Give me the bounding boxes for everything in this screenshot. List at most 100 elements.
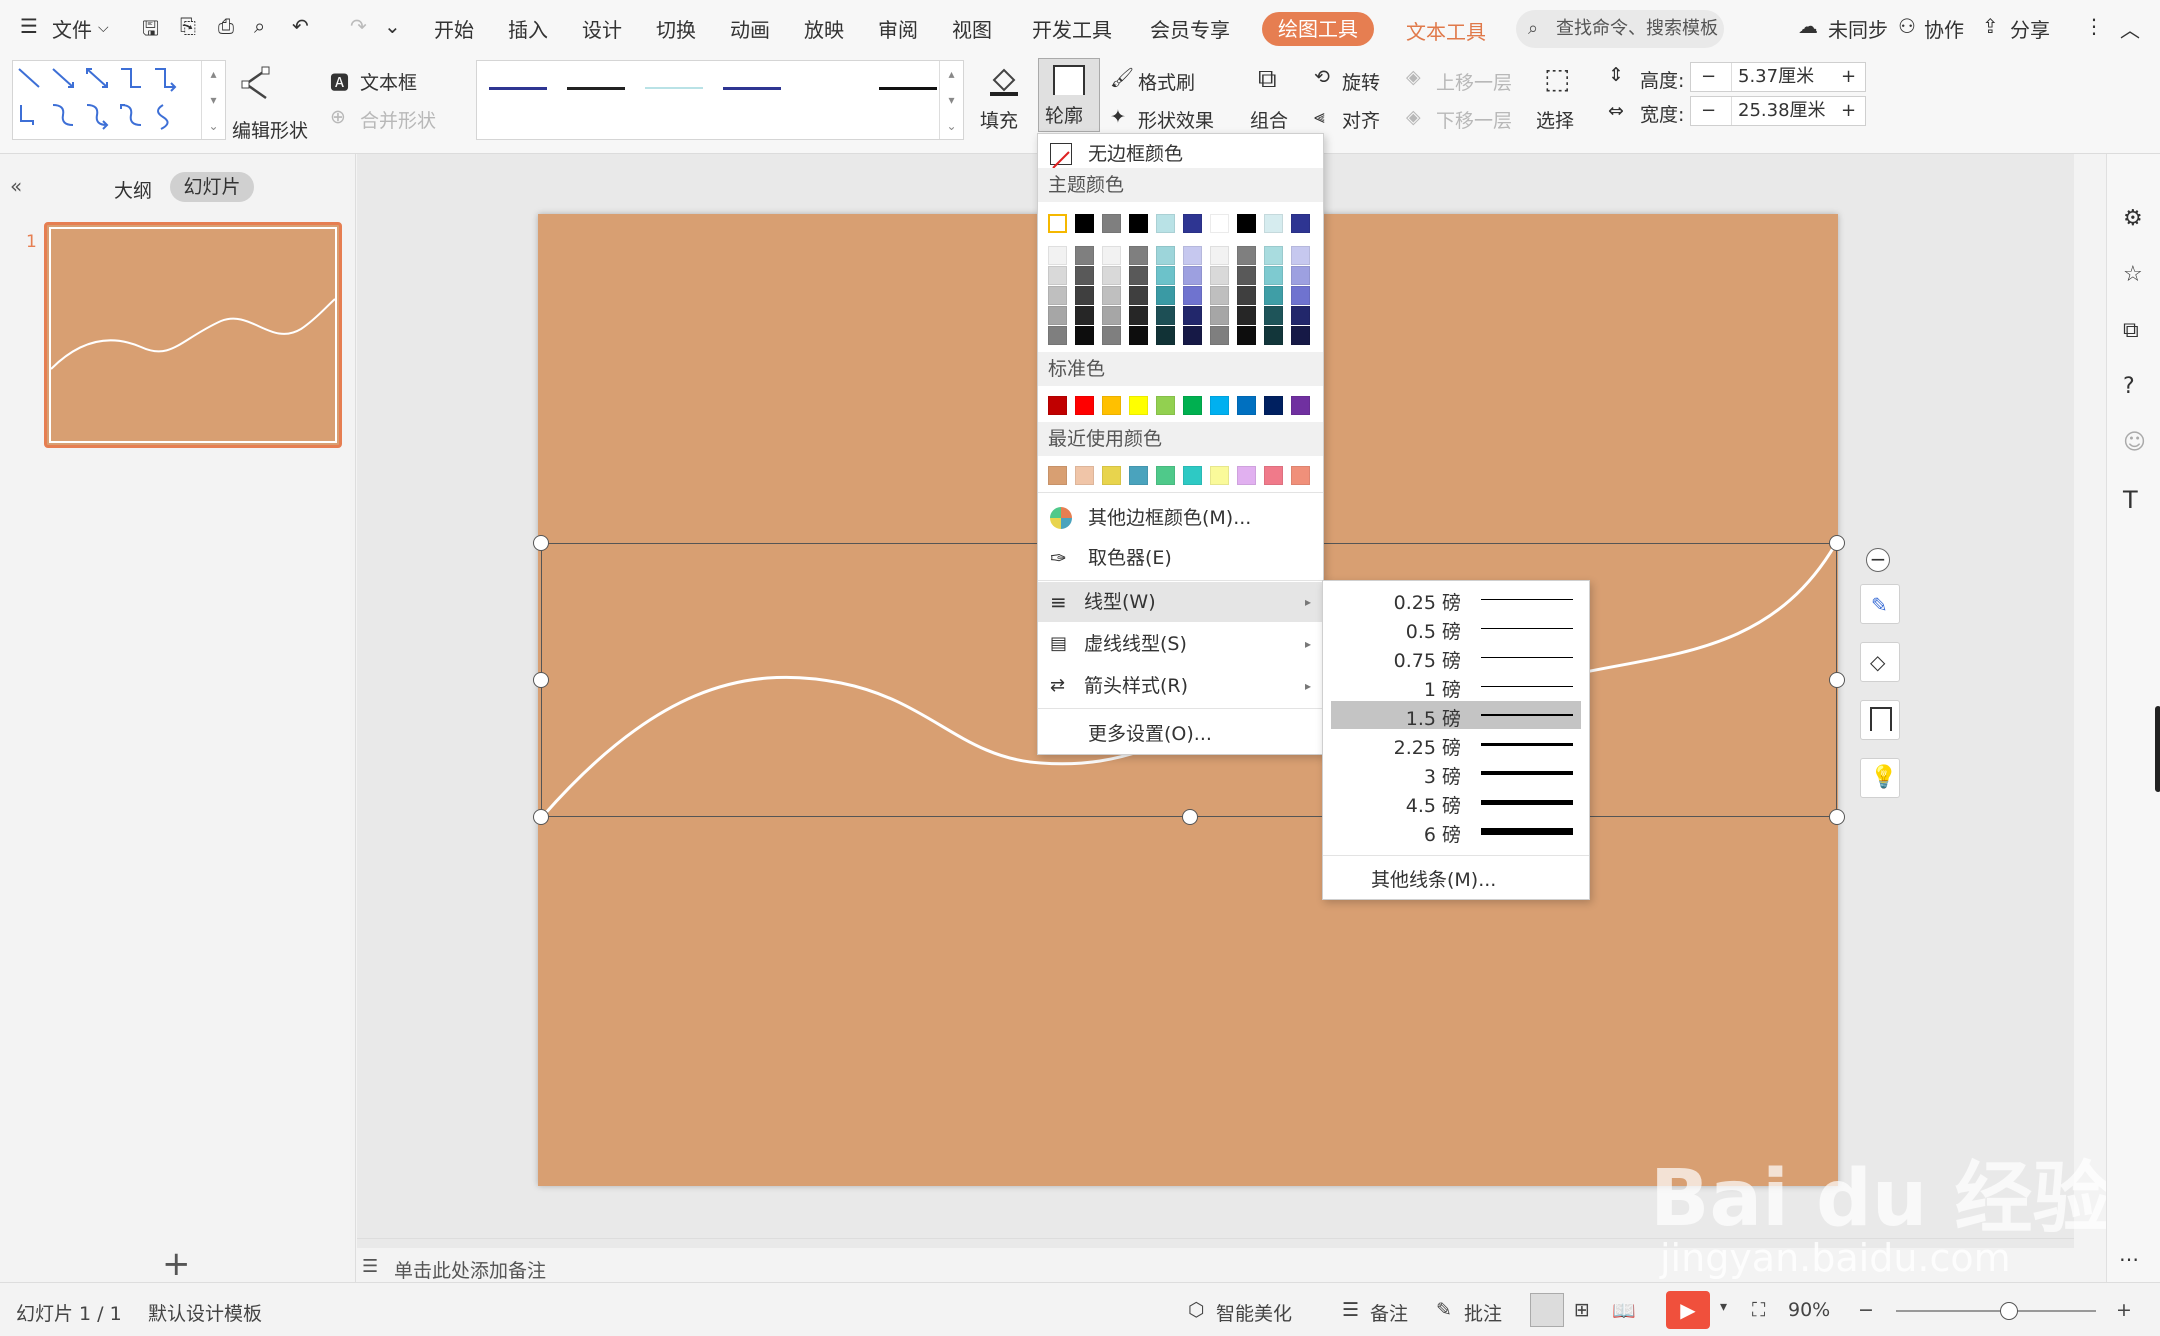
recent-color-swatch[interactable] — [1291, 466, 1310, 485]
theme-shade-swatch[interactable] — [1237, 306, 1256, 325]
theme-shade-swatch[interactable] — [1183, 326, 1202, 345]
theme-shade-swatch[interactable] — [1156, 286, 1175, 305]
theme-shade-swatch[interactable] — [1102, 306, 1121, 325]
gallery-scroll[interactable]: ▴ ▾ ⌄ — [201, 61, 225, 139]
comment-icon[interactable]: ✎ — [1436, 1299, 1452, 1321]
theme-shade-swatch[interactable] — [1291, 286, 1310, 305]
theme-shade-swatch[interactable] — [1048, 246, 1067, 265]
theme-color-swatch[interactable] — [1129, 214, 1148, 233]
fit-window-icon[interactable]: ⛶ — [1752, 1299, 1765, 1321]
format-painter-icon[interactable]: 🖌 — [1110, 66, 1134, 89]
zoom-slider-thumb[interactable] — [2000, 1302, 2018, 1320]
theme-shade-swatch[interactable] — [1102, 326, 1121, 345]
resize-handle-top-left[interactable] — [533, 535, 549, 551]
collab-button[interactable]: 协作 — [1924, 14, 1964, 43]
tab-member[interactable]: 会员专享 — [1150, 14, 1230, 43]
collapse-tools-icon[interactable]: − — [1866, 548, 1890, 572]
notes-placeholder[interactable]: 单击此处添加备注 — [394, 1256, 546, 1283]
side-handle[interactable] — [2155, 706, 2160, 792]
theme-shade-swatch[interactable] — [1129, 266, 1148, 285]
share-button[interactable]: 分享 — [2010, 14, 2050, 43]
animation-icon[interactable]: ☆ — [2123, 262, 2143, 287]
resize-handle-bottom[interactable] — [1182, 809, 1198, 825]
line-style-2[interactable] — [567, 87, 625, 90]
resize-handle-top-right[interactable] — [1829, 535, 1845, 551]
line-weight-option[interactable]: 1 磅 — [1331, 672, 1581, 701]
send-backward-button[interactable]: 下移一层 — [1436, 106, 1512, 133]
theme-shade-swatch[interactable] — [1075, 286, 1094, 305]
bring-forward-icon[interactable]: ◈ — [1406, 66, 1421, 88]
line-style-gallery[interactable]: ▴ ▾ ⌄ — [476, 60, 964, 140]
align-icon[interactable]: ⫷ — [1314, 106, 1325, 128]
group-icon[interactable]: ⧉ — [1258, 64, 1277, 95]
text-icon[interactable]: T — [2123, 486, 2138, 514]
comments-toggle[interactable]: 批注 — [1464, 1299, 1502, 1326]
resize-handle-bottom-right[interactable] — [1829, 809, 1845, 825]
line-weight-option[interactable]: 4.5 磅 — [1331, 788, 1581, 817]
collapse-ribbon-icon[interactable]: ︿ — [2120, 14, 2140, 43]
tab-drawing-tools[interactable]: 绘图工具 — [1262, 12, 1374, 46]
bring-forward-button[interactable]: 上移一层 — [1436, 68, 1512, 95]
rotate-icon[interactable]: ⟲ — [1314, 66, 1330, 88]
theme-color-swatch[interactable] — [1183, 214, 1202, 233]
tab-design[interactable]: 设计 — [582, 14, 622, 43]
tab-transition[interactable]: 切换 — [656, 14, 696, 43]
line-weight-option[interactable]: 0.5 磅 — [1331, 614, 1581, 643]
theme-color-swatch[interactable] — [1048, 214, 1067, 233]
idea-icon[interactable]: ☺ — [2123, 430, 2146, 455]
theme-shade-swatch[interactable] — [1210, 326, 1229, 345]
more-settings[interactable]: 更多设置(O)... — [1038, 714, 1323, 754]
theme-color-swatch[interactable] — [1291, 214, 1310, 233]
export-icon[interactable]: ⎘ — [180, 14, 196, 38]
user-icon[interactable]: ⚇ — [1898, 14, 1916, 38]
fill-icon[interactable] — [984, 62, 1024, 98]
shape-effects-button[interactable]: 形状效果 — [1138, 106, 1214, 133]
tab-animation[interactable]: 动画 — [730, 14, 770, 43]
width-value[interactable]: 25.38厘米 — [1731, 97, 1826, 125]
line-weight-option[interactable]: 3 磅 — [1331, 759, 1581, 788]
select-icon[interactable]: ⬚ — [1544, 62, 1570, 95]
theme-color-swatch[interactable] — [1075, 214, 1094, 233]
theme-color-swatch[interactable] — [1102, 214, 1121, 233]
standard-color-swatch[interactable] — [1183, 396, 1202, 415]
textbox-icon[interactable]: 🅰 — [330, 68, 349, 95]
theme-shade-swatch[interactable] — [1264, 286, 1283, 305]
shape-gallery[interactable]: ▴ ▾ ⌄ — [12, 60, 226, 140]
line-weight-option[interactable]: 0.75 磅 — [1331, 643, 1581, 672]
send-backward-icon[interactable]: ◈ — [1406, 106, 1421, 128]
cloud-icon[interactable]: ☁ — [1798, 14, 1818, 38]
tab-slides[interactable]: 幻灯片 — [170, 172, 254, 202]
theme-color-swatch[interactable] — [1264, 214, 1283, 233]
sync-status[interactable]: 未同步 — [1828, 14, 1888, 43]
recent-color-swatch[interactable] — [1102, 466, 1121, 485]
theme-shade-swatch[interactable] — [1129, 306, 1148, 325]
textbox-button[interactable]: 文本框 — [360, 68, 417, 95]
standard-color-swatch[interactable] — [1237, 396, 1256, 415]
standard-color-swatch[interactable] — [1291, 396, 1310, 415]
tab-review[interactable]: 审阅 — [878, 14, 918, 43]
theme-shade-swatch[interactable] — [1291, 326, 1310, 345]
notes-toggle[interactable]: 备注 — [1370, 1299, 1408, 1326]
reading-view-icon[interactable]: 📖 — [1612, 1299, 1636, 1322]
theme-shade-swatch[interactable] — [1264, 306, 1283, 325]
zoom-slider[interactable] — [1896, 1302, 2096, 1320]
more-border-colors[interactable]: 其他边框颜色(M)... — [1038, 498, 1323, 538]
theme-shade-swatch[interactable] — [1264, 246, 1283, 265]
edit-shape-button[interactable]: 编辑形状 — [232, 116, 308, 143]
file-menu[interactable]: 文件 — [52, 14, 92, 43]
print-preview-icon[interactable]: ⌕ — [254, 14, 265, 38]
theme-shade-swatch[interactable] — [1237, 286, 1256, 305]
outline-button[interactable]: 轮廓 — [1038, 58, 1100, 132]
standard-color-swatch[interactable] — [1048, 396, 1067, 415]
theme-shade-swatch[interactable] — [1075, 326, 1094, 345]
transition-icon[interactable]: ⧉ — [2123, 318, 2139, 343]
theme-shade-swatch[interactable] — [1291, 266, 1310, 285]
search-input[interactable]: ⌕ 查找命令、搜索模板 — [1516, 10, 1724, 48]
tab-view[interactable]: 视图 — [952, 14, 992, 43]
group-button[interactable]: 组合 — [1250, 106, 1288, 133]
standard-color-swatch[interactable] — [1156, 396, 1175, 415]
theme-shade-swatch[interactable] — [1129, 326, 1148, 345]
rotate-button[interactable]: 旋转 — [1342, 68, 1380, 95]
resize-handle-bottom-left[interactable] — [533, 809, 549, 825]
format-painter-button[interactable]: 格式刷 — [1138, 68, 1195, 95]
